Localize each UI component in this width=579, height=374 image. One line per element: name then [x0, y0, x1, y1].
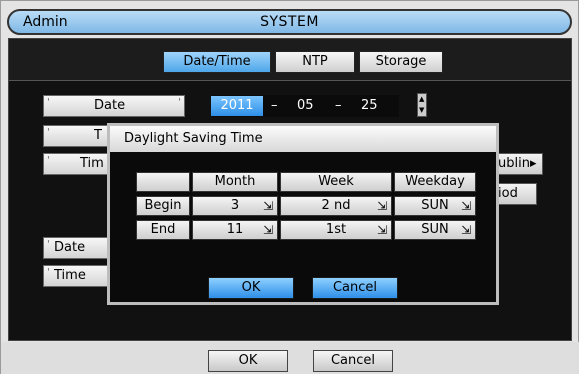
begin-weekday-value: SUN: [421, 198, 449, 213]
header-month: Month: [192, 172, 278, 192]
date-field[interactable]: 2011 – 05 – 25: [211, 95, 399, 117]
dropdown-icon: ⇲: [262, 199, 273, 213]
end-weekday-value: SUN: [421, 222, 449, 237]
date-separator: –: [271, 98, 278, 113]
begin-month-select[interactable]: 3 ⇲: [192, 196, 278, 216]
header-corner: [136, 172, 190, 192]
cancel-button[interactable]: Cancel: [313, 350, 393, 372]
arrow-up-icon[interactable]: ▲: [419, 95, 424, 103]
period-label: iod: [498, 186, 518, 201]
tab-date-time[interactable]: Date/Time: [163, 51, 271, 73]
dst-dialog: Daylight Saving Time Month Week Weekday …: [107, 123, 499, 305]
month-field[interactable]: 05: [297, 98, 314, 113]
end-month-select[interactable]: 11 ⇲: [192, 220, 278, 240]
end-week-value: 1st: [325, 222, 347, 237]
timezone-value: ublin: [498, 156, 530, 171]
dropdown-icon: ⇲: [262, 223, 273, 237]
dropdown-icon: ⇲: [376, 199, 387, 213]
footer-bar: [1, 342, 579, 374]
end-week-select[interactable]: 1st ⇲: [280, 220, 392, 240]
header-weekday: Weekday: [394, 172, 476, 192]
tab-strip: Date/Time NTP Storage: [9, 39, 571, 81]
day-field[interactable]: 25: [361, 98, 378, 113]
row-label-begin: Begin: [136, 196, 190, 216]
window-title: SYSTEM: [260, 14, 319, 30]
tab-ntp[interactable]: NTP: [275, 51, 355, 73]
tab-storage[interactable]: Storage: [359, 51, 443, 73]
system-window: Admin SYSTEM Date/Time NTP Storage Date …: [0, 0, 579, 374]
begin-weekday-select[interactable]: SUN ⇲: [394, 196, 476, 216]
arrow-right-icon: ▸: [529, 156, 537, 171]
arrow-down-icon[interactable]: ▼: [419, 106, 424, 114]
dropdown-icon: ⇲: [460, 199, 471, 213]
dropdown-icon: ⇲: [460, 223, 471, 237]
begin-week-value: 2 nd: [321, 198, 351, 213]
dialog-ok-button[interactable]: OK: [208, 277, 294, 299]
end-month-value: 11: [226, 222, 244, 237]
begin-week-select[interactable]: 2 nd ⇲: [280, 196, 392, 216]
begin-month-value: 3: [230, 198, 240, 213]
date-label: Date: [43, 95, 185, 117]
date-spinner[interactable]: ▲ ▼: [417, 93, 427, 117]
date-separator: –: [335, 98, 342, 113]
dropdown-icon: ⇲: [376, 223, 387, 237]
title-bar: Admin SYSTEM: [7, 9, 572, 35]
row-label-end: End: [136, 220, 190, 240]
dialog-title: Daylight Saving Time: [110, 126, 496, 152]
header-week: Week: [280, 172, 392, 192]
end-weekday-select[interactable]: SUN ⇲: [394, 220, 476, 240]
year-field[interactable]: 2011: [211, 96, 263, 116]
ok-button[interactable]: OK: [208, 350, 288, 372]
dialog-cancel-button[interactable]: Cancel: [312, 277, 398, 299]
